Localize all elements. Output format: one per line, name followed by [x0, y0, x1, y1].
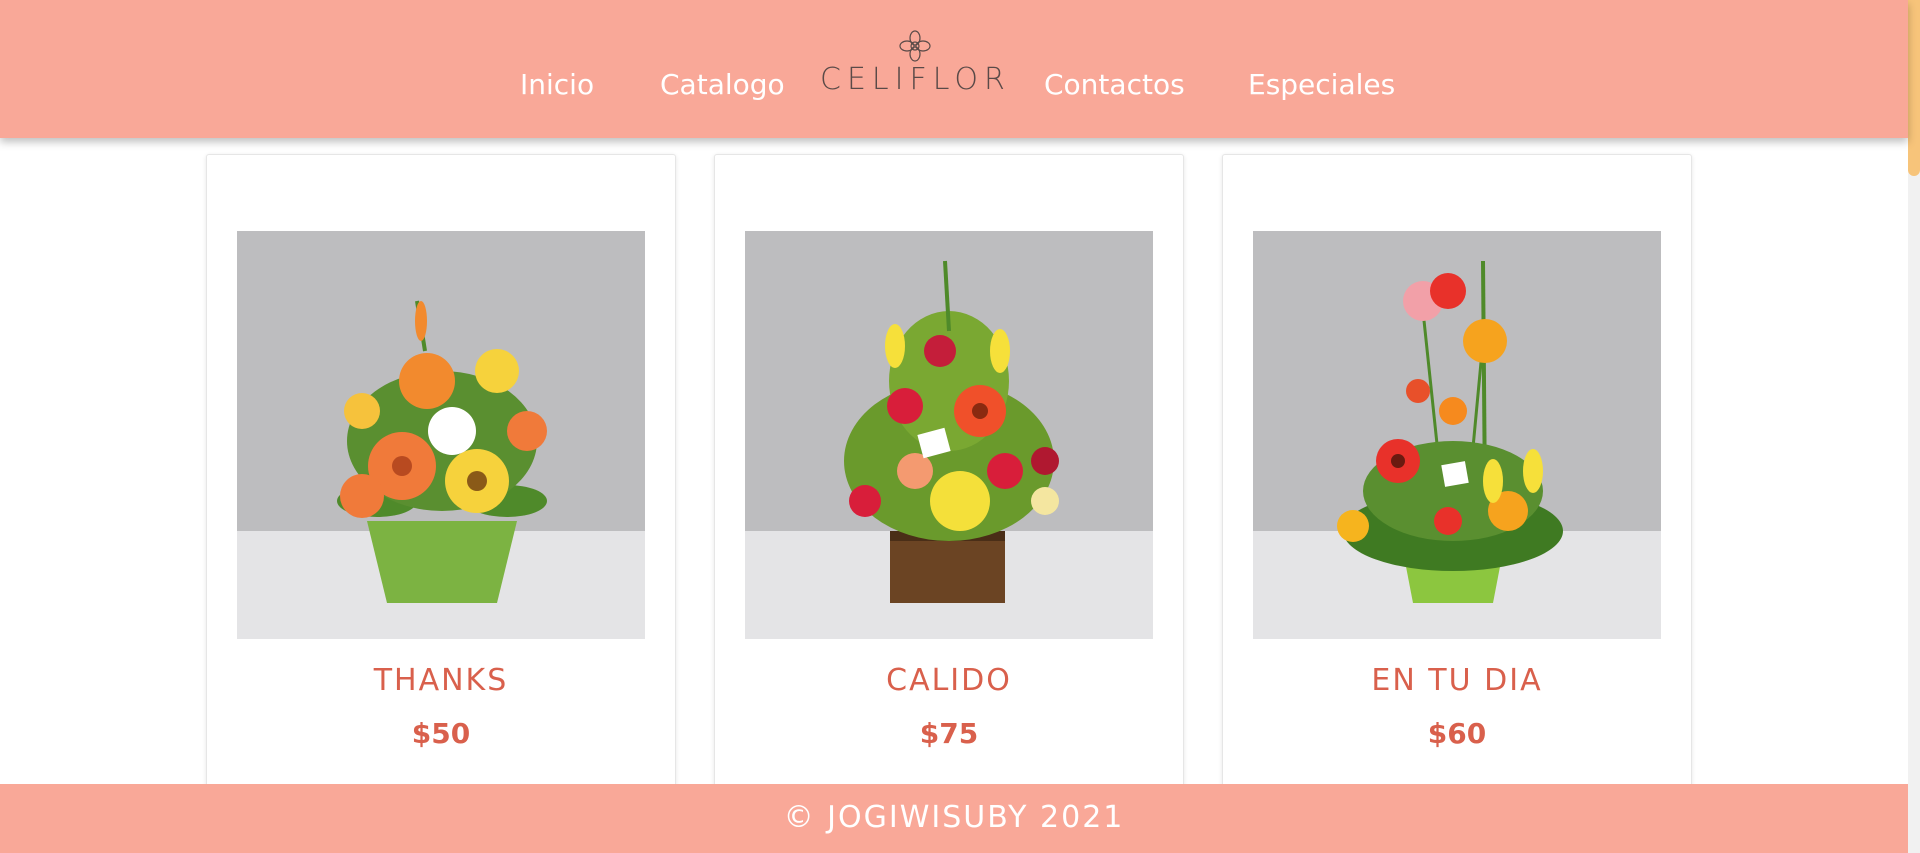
product-image-thanks[interactable]: [237, 231, 645, 639]
product-image-en-tu-dia[interactable]: [1253, 231, 1661, 639]
scrollbar-thumb[interactable]: [1908, 0, 1920, 176]
product-price: $50: [411, 717, 471, 750]
product-card[interactable]: EN TU DIA $60: [1222, 154, 1692, 796]
flower-icon: [899, 30, 931, 62]
product-name: EN TU DIA: [1371, 663, 1543, 698]
footer-copyright: © JOGIWISUBY 2021: [783, 800, 1125, 835]
site-header: Inicio Catalogo CELIFLOR Contactos Espec…: [0, 0, 1908, 138]
product-name: CALIDO: [886, 663, 1012, 698]
product-name: THANKS: [373, 663, 509, 698]
nav-link-inicio[interactable]: Inicio: [520, 68, 594, 101]
logo-text: CELIFLOR: [820, 62, 1011, 97]
site-logo[interactable]: CELIFLOR: [820, 30, 1010, 110]
nav-link-contactos[interactable]: Contactos: [1044, 68, 1185, 101]
product-card[interactable]: CALIDO $75: [714, 154, 1184, 796]
nav-link-catalogo[interactable]: Catalogo: [660, 68, 785, 101]
product-card[interactable]: THANKS $50: [206, 154, 676, 796]
site-footer: © JOGIWISUBY 2021: [0, 784, 1908, 853]
nav-link-especiales[interactable]: Especiales: [1248, 68, 1395, 101]
product-price: $75: [919, 717, 979, 750]
product-image-calido[interactable]: [745, 231, 1153, 639]
product-price: $60: [1427, 717, 1487, 750]
